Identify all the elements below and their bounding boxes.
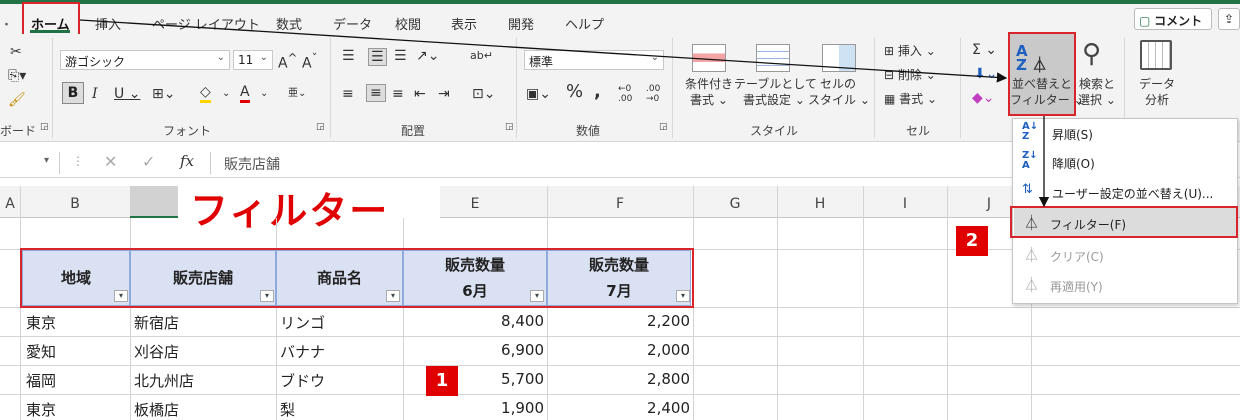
annotation-arrows xyxy=(79,19,1050,208)
arrow-home-to-sort xyxy=(79,19,1008,83)
